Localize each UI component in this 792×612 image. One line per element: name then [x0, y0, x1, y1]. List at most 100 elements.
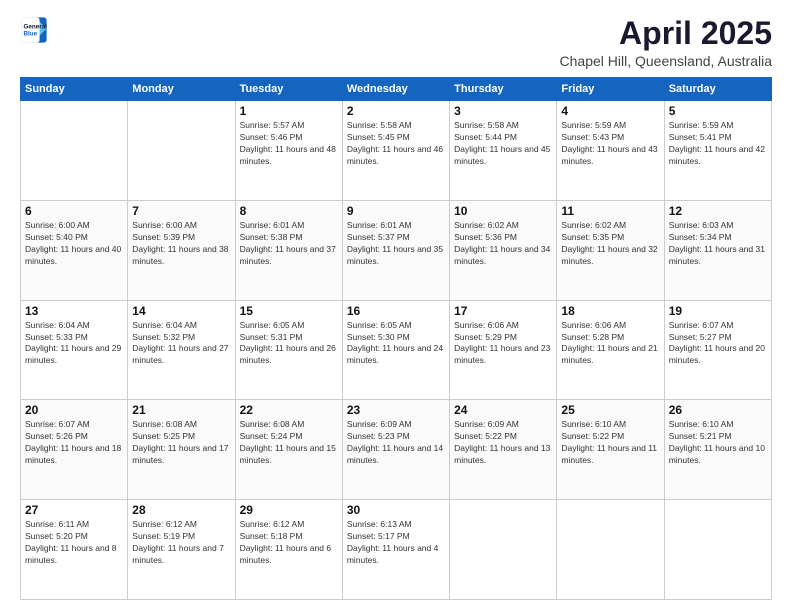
day-number: 29	[240, 503, 338, 517]
day-number: 3	[454, 104, 552, 118]
logo-icon: General Blue	[20, 16, 48, 44]
day-number: 27	[25, 503, 123, 517]
day-info: Sunrise: 6:02 AM Sunset: 5:35 PM Dayligh…	[561, 220, 659, 268]
week-row-3: 13 Sunrise: 6:04 AM Sunset: 5:33 PM Dayli…	[21, 300, 772, 400]
page: General Blue April 2025 Chapel Hill, Que…	[0, 0, 792, 612]
calendar-cell: 13 Sunrise: 6:04 AM Sunset: 5:33 PM Dayli…	[21, 300, 128, 400]
calendar-cell: 15 Sunrise: 6:05 AM Sunset: 5:31 PM Dayli…	[235, 300, 342, 400]
svg-text:General: General	[24, 24, 48, 31]
day-info: Sunrise: 6:12 AM Sunset: 5:19 PM Dayligh…	[132, 519, 230, 567]
day-number: 5	[669, 104, 767, 118]
day-number: 19	[669, 304, 767, 318]
day-number: 30	[347, 503, 445, 517]
day-info: Sunrise: 6:09 AM Sunset: 5:23 PM Dayligh…	[347, 419, 445, 467]
day-number: 8	[240, 204, 338, 218]
title-block: April 2025 Chapel Hill, Queensland, Aust…	[560, 16, 772, 69]
day-number: 15	[240, 304, 338, 318]
day-number: 25	[561, 403, 659, 417]
day-info: Sunrise: 6:05 AM Sunset: 5:30 PM Dayligh…	[347, 320, 445, 368]
calendar-cell: 5 Sunrise: 5:59 AM Sunset: 5:41 PM Daylig…	[664, 101, 771, 201]
day-number: 26	[669, 403, 767, 417]
day-number: 2	[347, 104, 445, 118]
calendar-cell: 21 Sunrise: 6:08 AM Sunset: 5:25 PM Dayli…	[128, 400, 235, 500]
day-info: Sunrise: 5:59 AM Sunset: 5:41 PM Dayligh…	[669, 120, 767, 168]
calendar-cell: 7Sunrise: 6:00 AM Sunset: 5:39 PM Daylig…	[128, 200, 235, 300]
col-header-friday: Friday	[557, 78, 664, 101]
day-number: 4	[561, 104, 659, 118]
day-info: Sunrise: 6:00 AM Sunset: 5:40 PM Dayligh…	[25, 220, 123, 268]
calendar-cell: 10 Sunrise: 6:02 AM Sunset: 5:36 PM Dayli…	[450, 200, 557, 300]
day-number: 10	[454, 204, 552, 218]
week-row-5: 27 Sunrise: 6:11 AM Sunset: 5:20 PM Dayli…	[21, 500, 772, 600]
calendar-cell: 22 Sunrise: 6:08 AM Sunset: 5:24 PM Dayli…	[235, 400, 342, 500]
col-header-wednesday: Wednesday	[342, 78, 449, 101]
day-info: Sunrise: 6:01 AM Sunset: 5:37 PM Dayligh…	[347, 220, 445, 268]
day-number: 21	[132, 403, 230, 417]
calendar-cell	[128, 101, 235, 201]
calendar-cell: 11 Sunrise: 6:02 AM Sunset: 5:35 PM Dayli…	[557, 200, 664, 300]
calendar-cell: 16 Sunrise: 6:05 AM Sunset: 5:30 PM Dayli…	[342, 300, 449, 400]
calendar-cell: 29 Sunrise: 6:12 AM Sunset: 5:18 PM Dayli…	[235, 500, 342, 600]
day-info: Sunrise: 6:12 AM Sunset: 5:18 PM Dayligh…	[240, 519, 338, 567]
day-info: Sunrise: 6:09 AM Sunset: 5:22 PM Dayligh…	[454, 419, 552, 467]
day-number: 17	[454, 304, 552, 318]
col-header-monday: Monday	[128, 78, 235, 101]
day-info: Sunrise: 6:03 AM Sunset: 5:34 PM Dayligh…	[669, 220, 767, 268]
day-info: Sunrise: 6:06 AM Sunset: 5:28 PM Dayligh…	[561, 320, 659, 368]
calendar-cell: 8Sunrise: 6:01 AM Sunset: 5:38 PM Daylig…	[235, 200, 342, 300]
week-row-4: 20Sunrise: 6:07 AM Sunset: 5:26 PM Dayli…	[21, 400, 772, 500]
day-number: 14	[132, 304, 230, 318]
calendar-cell: 19 Sunrise: 6:07 AM Sunset: 5:27 PM Dayli…	[664, 300, 771, 400]
calendar: SundayMondayTuesdayWednesdayThursdayFrid…	[20, 77, 772, 600]
header-row: SundayMondayTuesdayWednesdayThursdayFrid…	[21, 78, 772, 101]
day-number: 12	[669, 204, 767, 218]
day-info: Sunrise: 6:13 AM Sunset: 5:17 PM Dayligh…	[347, 519, 445, 567]
day-info: Sunrise: 6:11 AM Sunset: 5:20 PM Dayligh…	[25, 519, 123, 567]
day-info: Sunrise: 6:02 AM Sunset: 5:36 PM Dayligh…	[454, 220, 552, 268]
day-info: Sunrise: 5:59 AM Sunset: 5:43 PM Dayligh…	[561, 120, 659, 168]
day-info: Sunrise: 6:00 AM Sunset: 5:39 PM Dayligh…	[132, 220, 230, 268]
calendar-cell: 30 Sunrise: 6:13 AM Sunset: 5:17 PM Dayli…	[342, 500, 449, 600]
calendar-cell: 27 Sunrise: 6:11 AM Sunset: 5:20 PM Dayli…	[21, 500, 128, 600]
day-info: Sunrise: 6:04 AM Sunset: 5:33 PM Dayligh…	[25, 320, 123, 368]
calendar-cell: 18 Sunrise: 6:06 AM Sunset: 5:28 PM Dayli…	[557, 300, 664, 400]
col-header-saturday: Saturday	[664, 78, 771, 101]
calendar-cell: 1 Sunrise: 5:57 AM Sunset: 5:46 PM Daylig…	[235, 101, 342, 201]
col-header-thursday: Thursday	[450, 78, 557, 101]
calendar-cell: 4 Sunrise: 5:59 AM Sunset: 5:43 PM Daylig…	[557, 101, 664, 201]
day-info: Sunrise: 5:57 AM Sunset: 5:46 PM Dayligh…	[240, 120, 338, 168]
day-number: 20	[25, 403, 123, 417]
day-number: 13	[25, 304, 123, 318]
day-number: 24	[454, 403, 552, 417]
day-info: Sunrise: 6:04 AM Sunset: 5:32 PM Dayligh…	[132, 320, 230, 368]
day-number: 23	[347, 403, 445, 417]
day-info: Sunrise: 6:08 AM Sunset: 5:24 PM Dayligh…	[240, 419, 338, 467]
calendar-cell: 28Sunrise: 6:12 AM Sunset: 5:19 PM Dayli…	[128, 500, 235, 600]
calendar-cell	[664, 500, 771, 600]
calendar-cell: 3 Sunrise: 5:58 AM Sunset: 5:44 PM Daylig…	[450, 101, 557, 201]
main-title: April 2025	[560, 16, 772, 51]
week-row-1: 1 Sunrise: 5:57 AM Sunset: 5:46 PM Daylig…	[21, 101, 772, 201]
week-row-2: 6Sunrise: 6:00 AM Sunset: 5:40 PM Daylig…	[21, 200, 772, 300]
calendar-cell: 20Sunrise: 6:07 AM Sunset: 5:26 PM Dayli…	[21, 400, 128, 500]
day-info: Sunrise: 5:58 AM Sunset: 5:44 PM Dayligh…	[454, 120, 552, 168]
day-number: 16	[347, 304, 445, 318]
calendar-cell: 24 Sunrise: 6:09 AM Sunset: 5:22 PM Dayli…	[450, 400, 557, 500]
day-number: 11	[561, 204, 659, 218]
subtitle: Chapel Hill, Queensland, Australia	[560, 53, 772, 69]
day-info: Sunrise: 6:05 AM Sunset: 5:31 PM Dayligh…	[240, 320, 338, 368]
calendar-cell: 14 Sunrise: 6:04 AM Sunset: 5:32 PM Dayli…	[128, 300, 235, 400]
day-info: Sunrise: 6:08 AM Sunset: 5:25 PM Dayligh…	[132, 419, 230, 467]
day-number: 22	[240, 403, 338, 417]
day-number: 1	[240, 104, 338, 118]
calendar-cell: 6Sunrise: 6:00 AM Sunset: 5:40 PM Daylig…	[21, 200, 128, 300]
calendar-cell: 12 Sunrise: 6:03 AM Sunset: 5:34 PM Dayli…	[664, 200, 771, 300]
calendar-cell	[21, 101, 128, 201]
svg-text:Blue: Blue	[24, 31, 38, 38]
day-info: Sunrise: 6:10 AM Sunset: 5:21 PM Dayligh…	[669, 419, 767, 467]
day-number: 18	[561, 304, 659, 318]
day-info: Sunrise: 6:07 AM Sunset: 5:27 PM Dayligh…	[669, 320, 767, 368]
calendar-cell: 25 Sunrise: 6:10 AM Sunset: 5:22 PM Dayli…	[557, 400, 664, 500]
day-info: Sunrise: 6:10 AM Sunset: 5:22 PM Dayligh…	[561, 419, 659, 467]
calendar-cell: 26 Sunrise: 6:10 AM Sunset: 5:21 PM Dayli…	[664, 400, 771, 500]
